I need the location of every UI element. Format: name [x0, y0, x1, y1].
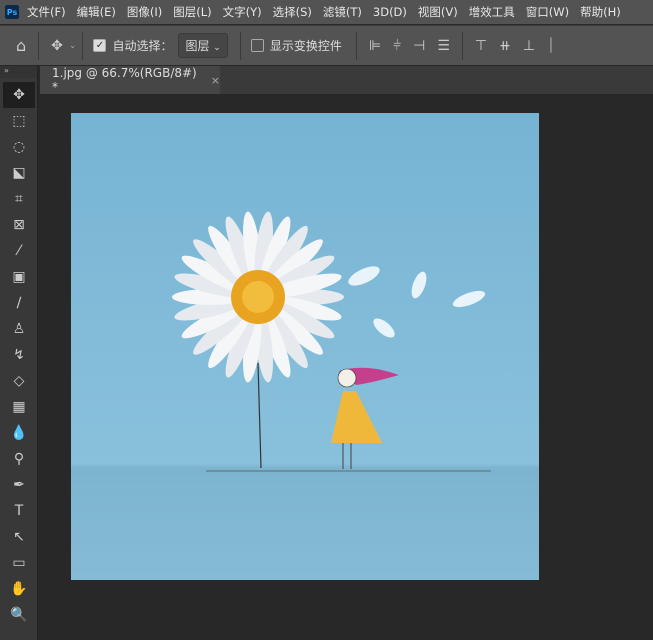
pen-icon: ✒: [13, 477, 25, 493]
rectangle-icon: ▭: [12, 555, 26, 571]
move-icon: ✥: [13, 87, 25, 103]
document-tab-title: 1.jpg @ 66.7%(RGB/8#) *: [52, 66, 197, 94]
history-brush-tool[interactable]: ↯: [0, 342, 38, 368]
align-bottom-icon[interactable]: ⊥: [523, 38, 535, 54]
daisy-flower: [172, 211, 344, 383]
move-tool-icon[interactable]: ✥: [51, 38, 63, 54]
history-brush-icon: ↯: [13, 347, 25, 363]
eyedropper-tool[interactable]: ⁄: [0, 238, 38, 264]
expand-panel-icon[interactable]: »: [0, 66, 37, 78]
petal-1: [348, 266, 380, 286]
object-select-icon: ⬕: [12, 165, 26, 181]
menu-type[interactable]: 文字(Y): [223, 4, 262, 20]
petal-2: [411, 271, 427, 299]
blur-tool[interactable]: 💧: [0, 420, 38, 446]
move-tool[interactable]: ✥: [3, 82, 35, 108]
distribute-vertical-icon[interactable]: ⏐: [547, 38, 555, 54]
divider: [461, 31, 463, 60]
object-select-tool[interactable]: ⬕: [0, 160, 38, 186]
menu-help[interactable]: 帮助(H): [580, 4, 621, 20]
dodge-tool[interactable]: ⚲: [0, 446, 38, 472]
eraser-tool[interactable]: ◇: [0, 368, 38, 394]
divider: [82, 31, 84, 60]
menu-image[interactable]: 图像(I): [127, 4, 162, 20]
path-select-tool[interactable]: ↖: [0, 524, 38, 550]
align-left-icon[interactable]: ⊫: [369, 38, 381, 54]
frame-icon: ⊠: [13, 217, 25, 233]
healing-tool[interactable]: ▣: [0, 264, 38, 290]
hand-tool[interactable]: ✋: [0, 576, 38, 602]
flower-stem: [257, 362, 262, 469]
petal-4: [373, 318, 395, 338]
crop-tool[interactable]: ⌗: [0, 186, 38, 212]
divider: [38, 31, 40, 60]
gradient-icon: ▦: [12, 399, 26, 415]
chevron-down-icon[interactable]: ⌄: [69, 41, 77, 51]
marquee-tool[interactable]: ⬚: [0, 108, 38, 134]
divider: [355, 31, 357, 60]
options-bar: ⌂ ✥ ⌄ ✓ 自动选择： 图层 ⌄ 显示变换控件 ⊫ ⫩ ⊣ ☰ ⊤ ⧺ ⊥ ⏐: [0, 25, 653, 65]
align-vcenter-icon[interactable]: ⧺: [499, 38, 511, 54]
document-tab-bar: 1.jpg @ 66.7%(RGB/8#) * ×: [40, 66, 653, 94]
menu-layer[interactable]: 图层(L): [173, 4, 211, 20]
menu-edit[interactable]: 编辑(E): [77, 4, 116, 20]
menu-3d[interactable]: 3D(D): [373, 5, 407, 19]
menu-view[interactable]: 视图(V): [418, 4, 458, 20]
auto-select-checkbox[interactable]: ✓: [93, 39, 107, 52]
stamp-icon: ♙: [12, 321, 26, 337]
girl-figure: [331, 367, 399, 469]
show-transform-label: 显示变换控件: [269, 39, 342, 53]
hand-icon: ✋: [10, 581, 28, 597]
stamp-tool[interactable]: ♙: [0, 316, 38, 342]
toolbox: » ✥ ⬚ ◌ ⬕ ⌗ ⊠ ⁄ ▣ ∕ ♙ ↯ ◇ ▦ 💧 ⚲ ✒ T ↖ ▭ ✋ 🔍: [0, 66, 38, 640]
chevron-down-icon: ⌄: [213, 43, 221, 53]
menu-filter[interactable]: 滤镜(T): [323, 4, 362, 20]
zoom-icon: 🔍: [10, 607, 28, 623]
lasso-icon: ◌: [12, 139, 26, 155]
petal-3: [452, 290, 486, 308]
auto-select-target-value: 图层: [185, 39, 210, 53]
document-tab[interactable]: 1.jpg @ 66.7%(RGB/8#) * ×: [40, 66, 220, 94]
auto-select-target-dropdown[interactable]: 图层 ⌄: [178, 33, 228, 58]
marquee-icon: ⬚: [12, 113, 26, 129]
close-icon[interactable]: ×: [211, 74, 220, 87]
healing-icon: ▣: [12, 269, 26, 285]
canvas-image: [172, 211, 491, 472]
menu-plugins[interactable]: 增效工具: [469, 4, 515, 20]
align-top-icon[interactable]: ⊤: [475, 38, 487, 54]
divider: [239, 31, 241, 60]
frame-tool[interactable]: ⊠: [0, 212, 38, 238]
dodge-icon: ⚲: [13, 451, 25, 467]
document-canvas[interactable]: [71, 113, 539, 580]
menu-bar: Ps 文件(F) 编辑(E) 图像(I) 图层(L) 文字(Y) 选择(S) 滤…: [0, 0, 653, 24]
auto-select-label: 自动选择：: [112, 39, 173, 53]
type-tool[interactable]: T: [0, 498, 38, 524]
photoshop-logo: Ps: [5, 5, 19, 19]
gradient-tool[interactable]: ▦: [0, 394, 38, 420]
eyedropper-icon: ⁄: [17, 243, 21, 259]
brush-icon: ∕: [16, 295, 22, 311]
menu-select[interactable]: 选择(S): [273, 4, 312, 20]
show-transform-checkbox[interactable]: [250, 39, 264, 52]
type-icon: T: [14, 503, 24, 519]
lasso-tool[interactable]: ◌: [0, 134, 38, 160]
align-hcenter-icon[interactable]: ⫩: [393, 38, 401, 54]
menu-file[interactable]: 文件(F): [27, 4, 66, 20]
blur-icon: 💧: [10, 425, 28, 441]
pen-tool[interactable]: ✒: [0, 472, 38, 498]
eraser-icon: ◇: [13, 373, 25, 389]
brush-tool[interactable]: ∕: [0, 290, 38, 316]
zoom-tool[interactable]: 🔍: [0, 602, 38, 628]
crop-icon: ⌗: [15, 191, 23, 207]
menu-window[interactable]: 窗口(W): [526, 4, 569, 20]
align-right-icon[interactable]: ⊣: [413, 38, 425, 54]
home-icon[interactable]: ⌂: [16, 36, 26, 55]
rectangle-tool[interactable]: ▭: [0, 550, 38, 576]
path-select-icon: ↖: [13, 529, 25, 545]
distribute-icon[interactable]: ☰: [437, 38, 450, 54]
